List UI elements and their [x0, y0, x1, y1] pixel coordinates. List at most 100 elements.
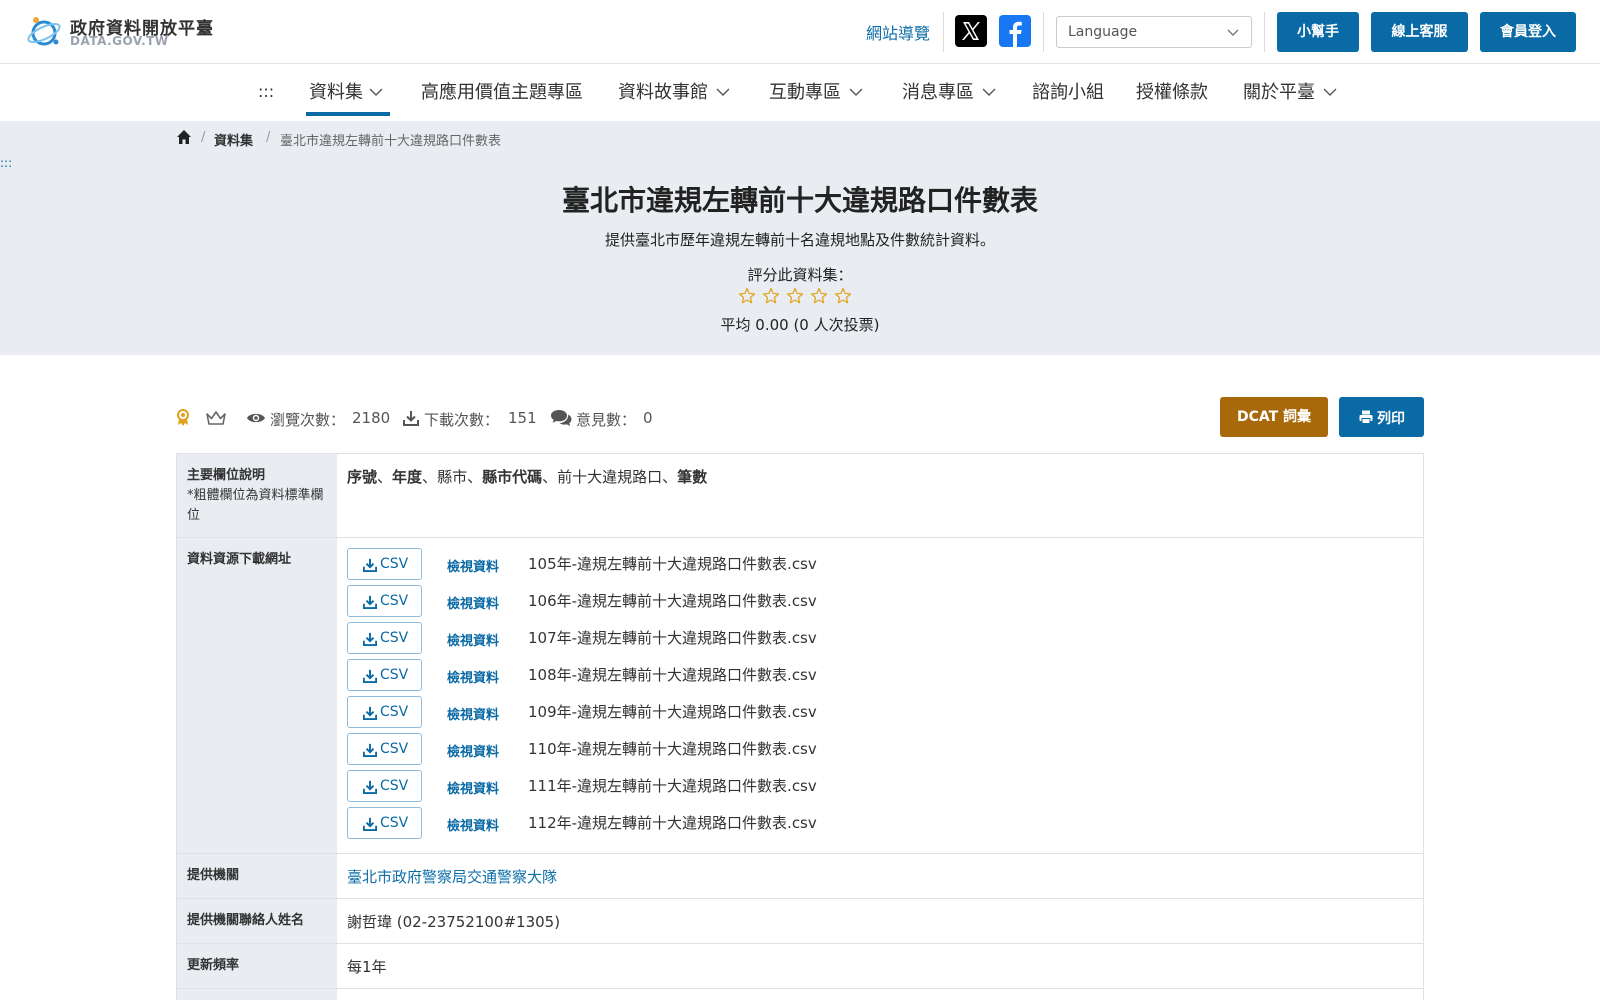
breadcrumb-separator: / [201, 130, 206, 145]
chevron-down-icon [716, 88, 730, 96]
frequency-value: 每1年 [347, 958, 387, 976]
star-icon[interactable] [762, 287, 780, 305]
field-name: 年度 [392, 468, 423, 486]
home-icon[interactable] [176, 129, 192, 145]
print-button[interactable]: 列印 [1339, 397, 1424, 437]
nav-item-advisory-group[interactable]: 諮詢小組 [1032, 78, 1104, 108]
view-data-link[interactable]: 檢視資料 [447, 704, 499, 723]
helper-button[interactable]: 小幫手 [1277, 12, 1359, 52]
dcat-vocabulary-button[interactable]: DCAT 詞彙 [1220, 397, 1328, 437]
resource-file-name: 110年-違規左轉前十大違規路口件數表.csv [528, 740, 817, 758]
view-data-link[interactable]: 檢視資料 [447, 667, 499, 686]
row-header-note: *粗體欄位為資料標準欄位 [187, 488, 324, 523]
csv-download-label: CSV [380, 778, 409, 794]
star-icon[interactable] [834, 287, 852, 305]
rating-stars [738, 287, 862, 307]
agency-link[interactable]: 臺北市政府警察局交通警察大隊 [347, 868, 557, 886]
comments-icon [551, 410, 572, 426]
view-data-link[interactable]: 檢視資料 [447, 556, 499, 575]
resource-file-name: 106年-違規左轉前十大違規路口件數表.csv [528, 592, 817, 610]
resource-file-name: 105年-違規左轉前十大違規路口件數表.csv [528, 555, 817, 573]
nav-item-interactive[interactable]: 互動專區 [769, 78, 865, 108]
row-header: 資料資源下載網址 [177, 538, 337, 853]
dataset-stats-bar: 瀏覽次數： 2180 下載次數： 151 意見數： 0 DCAT 詞彙 列印 [176, 397, 1424, 439]
x-twitter-icon[interactable] [955, 15, 987, 47]
csv-download-button[interactable]: CSV [347, 770, 422, 802]
csv-download-label: CSV [380, 667, 409, 683]
content-skip-anchor[interactable]: ::: [0, 156, 12, 170]
facebook-icon[interactable] [999, 15, 1031, 47]
downloads-count: 151 [508, 409, 537, 427]
csv-download-button[interactable]: CSV [347, 622, 422, 654]
download-icon [363, 669, 377, 683]
resource-row: CSV 檢視資料 109年-違規左轉前十大違規路口件數表.csv [347, 696, 1407, 728]
field-separator: 、 [422, 468, 438, 486]
nav-item-label: 資料集 [309, 82, 363, 103]
breadcrumb-datasets[interactable]: 資料集 [214, 130, 253, 149]
sitemap-link[interactable]: 網站導覽 [866, 20, 930, 44]
table-row-frequency: 更新頻率 每1年 [177, 944, 1423, 989]
csv-download-button[interactable]: CSV [347, 585, 422, 617]
download-icon [363, 595, 377, 609]
download-icon [363, 706, 377, 720]
nav-item-datasets[interactable]: 資料集 [309, 78, 389, 108]
nav-item-high-value-topics[interactable]: 高應用價值主題專區 [421, 78, 583, 108]
field-name: 縣市代碼 [482, 468, 543, 486]
field-separator: 、 [662, 468, 678, 486]
field-name: 縣市 [437, 468, 468, 486]
csv-download-button[interactable]: CSV [347, 807, 422, 839]
logo-icon [27, 17, 61, 46]
view-data-link[interactable]: 檢視資料 [447, 630, 499, 649]
csv-download-button[interactable]: CSV [347, 733, 422, 765]
csv-download-label: CSV [380, 741, 409, 757]
divider [1043, 12, 1044, 52]
divider [943, 12, 944, 52]
star-icon[interactable] [810, 287, 828, 305]
view-data-link[interactable]: 檢視資料 [447, 593, 499, 612]
comments-count: 0 [643, 409, 653, 427]
table-row-fields: 主要欄位說明 *粗體欄位為資料標準欄位 序號、年度、縣市、縣市代碼、前十大違規路… [177, 454, 1423, 538]
csv-download-label: CSV [380, 815, 409, 831]
view-data-link[interactable]: 檢視資料 [447, 778, 499, 797]
star-icon[interactable] [786, 287, 804, 305]
resource-row: CSV 檢視資料 106年-違規左轉前十大違規路口件數表.csv [347, 585, 1407, 617]
row-header: 主要欄位說明 *粗體欄位為資料標準欄位 [177, 454, 337, 537]
nav-item-label: 高應用價值主題專區 [421, 82, 583, 103]
nav-item-license-terms[interactable]: 授權條款 [1136, 78, 1208, 108]
resource-file-name: 111年-違規左轉前十大違規路口件數表.csv [528, 777, 817, 795]
comments-label: 意見數： [576, 411, 637, 429]
site-logo[interactable]: 政府資料開放平臺 DATA.GOV.TW [24, 12, 224, 52]
views-label: 瀏覽次數： [270, 411, 346, 429]
online-service-button[interactable]: 線上客服 [1371, 12, 1468, 52]
divider [1264, 12, 1265, 52]
main-nav: ::: 資料集 高應用價值主題專區 資料故事館 互動專區 消息專區 諮詢小組 授… [0, 64, 1600, 121]
nav-item-data-stories[interactable]: 資料故事館 [618, 78, 733, 108]
agency-cell: 臺北市政府警察局交通警察大隊 [337, 854, 1423, 898]
views-count: 2180 [352, 409, 391, 427]
nav-skip-anchor[interactable]: ::: [258, 82, 274, 101]
nav-item-about[interactable]: 關於平臺 [1243, 78, 1339, 108]
language-select[interactable]: Language [1056, 16, 1252, 48]
nav-item-label: 資料故事館 [618, 82, 708, 103]
row-header [177, 989, 337, 1000]
nav-item-label: 授權條款 [1136, 82, 1208, 103]
nav-item-news[interactable]: 消息專區 [902, 78, 998, 108]
csv-download-button[interactable]: CSV [347, 696, 422, 728]
nav-item-label: 諮詢小組 [1032, 82, 1104, 103]
view-data-link[interactable]: 檢視資料 [447, 741, 499, 760]
member-login-button[interactable]: 會員登入 [1480, 12, 1576, 52]
table-row-agency: 提供機關 臺北市政府警察局交通警察大隊 [177, 854, 1423, 899]
resource-file-name: 112年-違規左轉前十大違規路口件數表.csv [528, 814, 817, 832]
star-icon[interactable] [738, 287, 756, 305]
eye-icon [247, 413, 265, 423]
print-button-label: 列印 [1377, 411, 1405, 427]
field-separator: 、 [467, 468, 483, 486]
resource-file-name: 108年-違規左轉前十大違規路口件數表.csv [528, 666, 817, 684]
view-data-link[interactable]: 檢視資料 [447, 815, 499, 834]
row-header: 更新頻率 [177, 944, 337, 988]
csv-download-label: CSV [380, 593, 409, 609]
chevron-down-icon [982, 88, 996, 96]
nav-active-indicator [306, 112, 390, 116]
csv-download-button[interactable]: CSV [347, 659, 422, 691]
csv-download-button[interactable]: CSV [347, 548, 422, 580]
